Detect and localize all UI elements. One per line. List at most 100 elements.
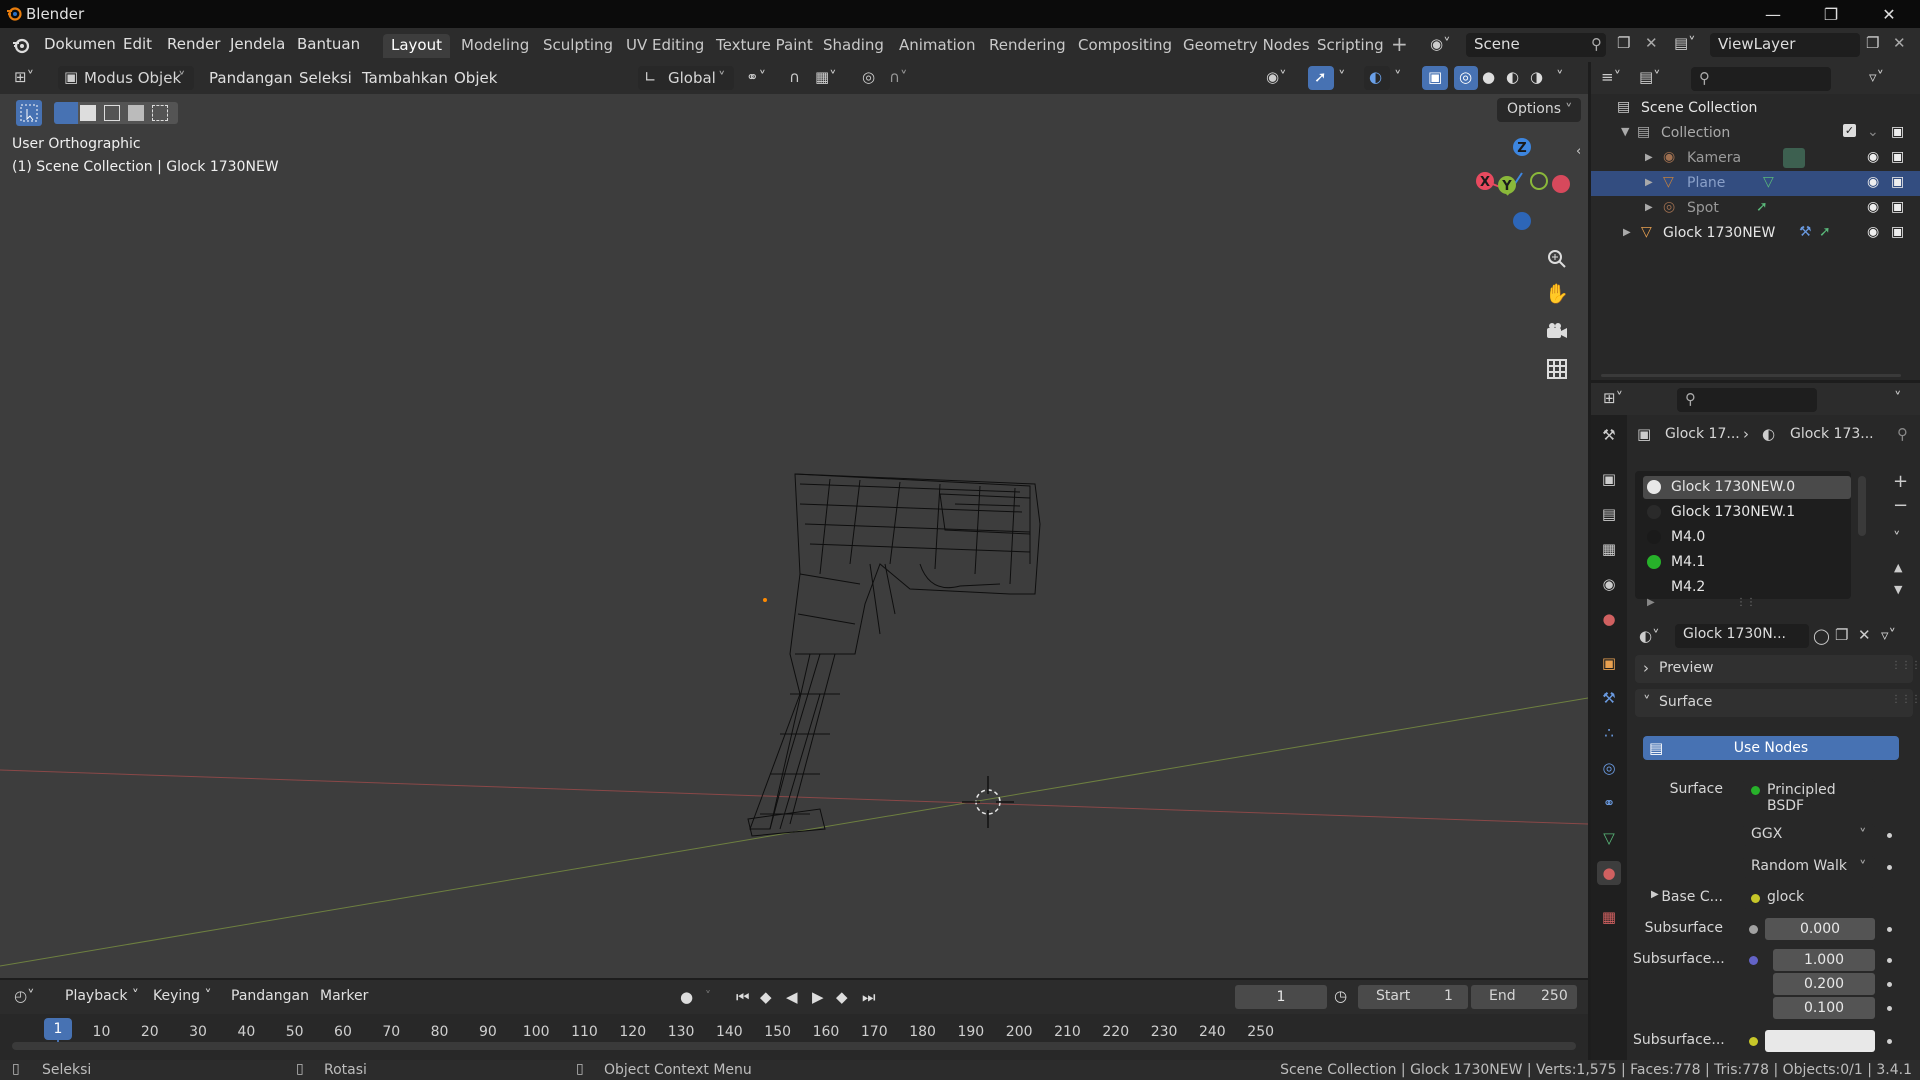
render-camera-icon[interactable]: ▣ [1891, 124, 1904, 140]
modifier-tab-icon[interactable]: ⚒ [1597, 686, 1621, 710]
particles-tab-icon[interactable]: ∴ [1597, 721, 1621, 745]
menu-dokumen[interactable]: Dokumen [44, 35, 116, 53]
add-workspace-icon[interactable]: + [1391, 32, 1408, 56]
tree-row-plane[interactable]: ▶ ▽ Plane ▽ ◉ ▣ [1591, 171, 1920, 196]
tab-compositing[interactable]: Compositing [1070, 34, 1180, 58]
shading-dropdown-icon[interactable]: ˅ [1556, 68, 1564, 86]
menu-playback[interactable]: Playback ˅ [65, 988, 139, 1004]
camera-view-icon[interactable] [1544, 319, 1570, 345]
prev-keyframe-icon[interactable]: ◆ [760, 988, 772, 1006]
stopwatch-icon[interactable]: ◷ [1334, 987, 1347, 1005]
render-camera-icon[interactable]: ▣ [1891, 174, 1904, 190]
new-view-layer-icon[interactable]: ❐ [1866, 34, 1879, 52]
remove-slot-icon[interactable]: − [1893, 495, 1908, 516]
tab-uv-editing[interactable]: UV Editing [618, 34, 712, 58]
zoom-icon[interactable] [1544, 246, 1570, 272]
editor-type-icon[interactable]: ◴˅ [14, 987, 35, 1005]
filter-icon[interactable]: ▿˅ [1869, 68, 1884, 86]
properties-search-input[interactable]: ⚲ [1677, 388, 1817, 412]
scene-name-field[interactable]: Scene [1466, 33, 1606, 57]
expand-list-icon[interactable]: ▶ [1647, 597, 1655, 608]
exclude-checkbox[interactable]: ✓ [1843, 124, 1856, 137]
tab-scripting[interactable]: Scripting [1309, 34, 1392, 58]
tree-row-kamera[interactable]: ▶ ◉ Kamera ◉ ▣ [1591, 146, 1920, 171]
eye-icon[interactable]: ◉ [1867, 174, 1879, 190]
blender-menu-icon[interactable] [12, 36, 30, 54]
chevron-right-icon[interactable]: ▶ [1651, 889, 1659, 900]
tab-texture-paint[interactable]: Texture Paint [708, 34, 821, 58]
gizmo-dropdown-icon[interactable]: ˅ [1338, 68, 1346, 86]
keyframe-dot-icon[interactable] [1887, 1006, 1892, 1011]
tree-row-scene-collection[interactable]: ▤ Scene Collection [1591, 96, 1920, 121]
tree-row-glock[interactable]: ▶ ▽ Glock 1730NEW ⚒ ➚ ◉ ▣ [1591, 221, 1920, 246]
render-tab-icon[interactable]: ▣ [1597, 467, 1621, 491]
auto-key-dropdown-icon[interactable]: ˅ [705, 989, 711, 1003]
output-tab-icon[interactable]: ▤ [1597, 502, 1621, 526]
chevron-right-icon[interactable]: ▶ [1645, 177, 1653, 188]
jump-start-icon[interactable]: ⏮ [736, 988, 750, 1006]
playhead-frame-label[interactable]: 1 [44, 1018, 72, 1040]
scene-tab-icon[interactable]: ◉ [1597, 572, 1621, 596]
material-browse-icon[interactable]: ◐˅ [1639, 627, 1660, 645]
material-name-field[interactable]: Glock 1730N... [1675, 624, 1809, 648]
solid-shading-icon[interactable]: ● [1482, 68, 1495, 86]
editor-type-icon[interactable]: ⊞˅ [14, 68, 34, 86]
play-icon[interactable]: ▶ [812, 988, 824, 1006]
ortho-grid-icon[interactable] [1544, 356, 1570, 382]
keyframe-dot-icon[interactable] [1887, 982, 1892, 987]
material-slot-0[interactable]: Glock 1730NEW.0 [1643, 476, 1851, 499]
link-filter-icon[interactable]: ▿˅ [1881, 626, 1896, 644]
current-frame-field[interactable]: 1 [1235, 985, 1327, 1009]
keyframe-dot-icon[interactable] [1887, 1039, 1892, 1044]
subsurface-method-dropdown[interactable]: Random Walk ˅ [1743, 856, 1875, 878]
menu-marker[interactable]: Marker [320, 988, 368, 1004]
outliner-search-input[interactable]: ⚲ [1691, 67, 1831, 91]
view-layer-field[interactable]: ViewLayer [1710, 33, 1860, 57]
navigation-gizmo[interactable]: Z X Y [1470, 132, 1580, 242]
keyframe-dot-icon[interactable] [1887, 833, 1892, 838]
view-layer-icon[interactable]: ▤˅ [1674, 34, 1696, 52]
tree-row-spot[interactable]: ▶ ◎ Spot ➚ ◉ ▣ [1591, 196, 1920, 221]
eye-icon[interactable]: ◉ [1867, 224, 1879, 240]
start-frame-field[interactable]: Start 1 [1358, 985, 1468, 1009]
subsurface-radius-x[interactable]: 1.000 [1773, 949, 1875, 971]
subsurface-radius-y[interactable]: 0.200 [1773, 973, 1875, 995]
viewport-3d[interactable]: Options ˅ User Orthographic (1) Scene Co… [0, 94, 1588, 978]
fake-user-shield-icon[interactable]: ◯ [1813, 627, 1830, 645]
data-tab-icon[interactable]: ▽ [1597, 826, 1621, 850]
view-layer-tab-icon[interactable]: ▦ [1597, 537, 1621, 561]
jump-end-icon[interactable]: ⏭ [862, 988, 876, 1006]
preview-panel-header[interactable]: › Preview ⋮⋮⋮ [1635, 655, 1920, 683]
visibility-icon[interactable]: ◉˅ [1266, 68, 1287, 86]
render-camera-icon[interactable]: ▣ [1891, 199, 1904, 215]
surface-panel-header[interactable]: ˅ Surface ⋮⋮⋮ [1635, 689, 1920, 717]
proportional-edit-icon[interactable]: ◎ [862, 68, 875, 86]
menu-pandangan-timeline[interactable]: Pandangan [231, 988, 309, 1004]
menu-edit[interactable]: Edit [123, 35, 152, 53]
editor-type-icon[interactable]: ≡˅ [1601, 68, 1621, 86]
close-icon[interactable]: ✕ [1860, 0, 1918, 28]
snap-target-icon[interactable]: ▦˅ [815, 68, 837, 86]
next-keyframe-icon[interactable]: ◆ [836, 988, 848, 1006]
tool-tab-icon[interactable]: ⚒ [1597, 423, 1621, 447]
menu-bantuan[interactable]: Bantuan [297, 35, 360, 53]
menu-jendela[interactable]: Jendela [230, 35, 285, 53]
subsurface-field[interactable]: 0.000 [1765, 918, 1875, 940]
material-shading-icon[interactable]: ◐ [1506, 68, 1519, 86]
tab-shading[interactable]: Shading [815, 34, 892, 58]
pin-icon[interactable]: ⚲ [1591, 35, 1602, 53]
gizmo-toggle-icon[interactable]: ➚ [1308, 66, 1334, 90]
material-slot-2[interactable]: M4.0 [1643, 526, 1851, 549]
tab-sculpting[interactable]: Sculpting [535, 34, 621, 58]
physics-tab-icon[interactable]: ◎ [1597, 756, 1621, 780]
delete-scene-icon[interactable]: ✕ [1645, 34, 1658, 52]
surface-shader-selector[interactable]: Principled BSDF [1743, 779, 1875, 814]
resize-handle-icon[interactable]: ⋮⋮ [1736, 597, 1756, 608]
tab-layout[interactable]: Layout [383, 34, 450, 58]
object-tab-icon[interactable]: ▣ [1597, 651, 1621, 675]
end-frame-field[interactable]: End 250 [1471, 985, 1577, 1009]
use-nodes-button[interactable]: ▤ Use Nodes [1643, 736, 1899, 760]
minimize-icon[interactable]: — [1744, 0, 1802, 28]
chevron-right-icon[interactable]: ▶ [1623, 227, 1631, 238]
eye-icon[interactable]: ◉ [1867, 149, 1879, 165]
